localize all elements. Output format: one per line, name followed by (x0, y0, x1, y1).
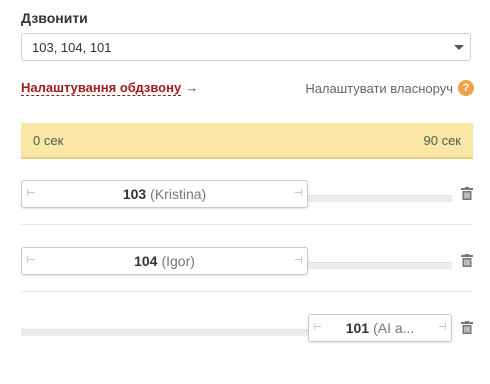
ring-row: ⊢ 103 (Kristina) ⊣ (21, 180, 473, 225)
extensions-select[interactable]: 103, 104, 101 (21, 33, 471, 61)
ring-slot[interactable]: ⊢ 101 (AI a... ⊣ (308, 314, 452, 342)
drag-handle-left-icon[interactable]: ⊢ (26, 256, 36, 266)
slot-name: (Igor) (161, 253, 195, 269)
slot-name: (Kristina) (150, 186, 207, 202)
drag-handle-right-icon[interactable]: ⊣ (437, 323, 447, 333)
slot-extension: 104 (134, 253, 158, 269)
trash-icon[interactable] (461, 187, 473, 200)
slot-extension: 103 (122, 186, 147, 202)
call-settings-label[interactable]: Налаштування обдзвону (21, 80, 182, 96)
time-scale: 0 сек 90 сек (21, 123, 473, 159)
drag-handle-right-icon[interactable]: ⊣ (293, 189, 303, 199)
slot-extension: 101 (345, 320, 370, 336)
manual-setup-label[interactable]: Налаштувати власноруч (305, 81, 453, 96)
slot-name: (AI a... (373, 320, 415, 336)
arrow-right-icon[interactable]: → (185, 80, 198, 95)
manual-setup-link[interactable]: Налаштувати власноруч ? (305, 80, 474, 96)
ring-row: ⊢ 101 (AI a... ⊣ (21, 314, 473, 358)
chevron-down-icon[interactable] (454, 45, 464, 50)
call-settings-link[interactable]: Налаштування обдзвону → (21, 80, 198, 96)
drag-handle-left-icon[interactable]: ⊢ (313, 323, 323, 333)
ring-slot[interactable]: ⊢ 104 (Igor) ⊣ (21, 247, 308, 275)
ring-row: ⊢ 104 (Igor) ⊣ (21, 247, 473, 292)
time-scale-end: 90 сек (423, 133, 462, 148)
page-title: Дзвонити (21, 10, 88, 26)
extensions-select-value: 103, 104, 101 (32, 40, 112, 55)
ring-slot[interactable]: ⊢ 103 (Kristina) ⊣ (21, 180, 308, 208)
time-scale-start: 0 сек (33, 133, 64, 148)
drag-handle-left-icon[interactable]: ⊢ (26, 189, 36, 199)
drag-handle-right-icon[interactable]: ⊣ (293, 256, 303, 266)
trash-icon[interactable] (461, 254, 473, 267)
trash-icon[interactable] (461, 321, 473, 334)
help-icon[interactable]: ? (458, 80, 474, 96)
